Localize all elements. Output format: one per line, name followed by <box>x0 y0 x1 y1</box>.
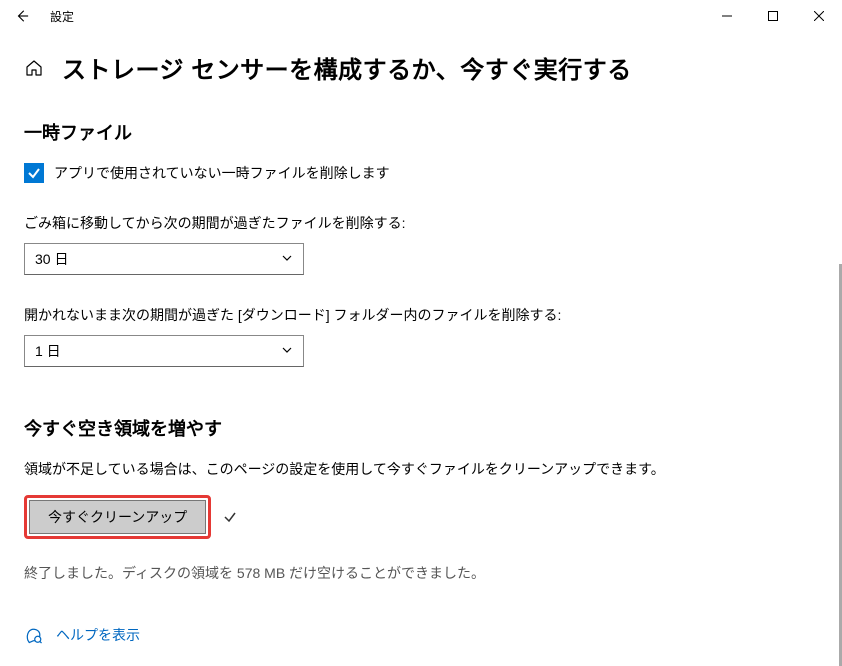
clean-now-button[interactable]: 今すぐクリーンアップ <box>29 500 206 534</box>
downloads-label: 開かれないまま次の期間が過ぎた [ダウンロード] フォルダー内のファイルを削除す… <box>24 305 818 325</box>
check-icon <box>27 166 41 180</box>
maximize-button[interactable] <box>750 0 796 32</box>
delete-temp-files-checkbox[interactable] <box>24 163 44 183</box>
back-button[interactable] <box>0 0 44 32</box>
home-icon <box>25 59 43 77</box>
help-row: ヘルプを表示 <box>24 625 818 645</box>
minimize-button[interactable] <box>704 0 750 32</box>
page-header: ストレージ センサーを構成するか、今すぐ実行する <box>24 50 818 85</box>
close-icon <box>814 11 824 21</box>
downloads-dropdown[interactable]: 1 日 <box>24 335 304 367</box>
close-button[interactable] <box>796 0 842 32</box>
help-icon <box>24 626 42 644</box>
minimize-icon <box>722 11 732 21</box>
clean-now-highlight: 今すぐクリーンアップ <box>24 495 211 539</box>
recycle-bin-dropdown[interactable]: 30 日 <box>24 243 304 275</box>
delete-temp-files-label: アプリで使用されていない一時ファイルを削除します <box>54 163 390 183</box>
recycle-bin-label: ごみ箱に移動してから次の期間が過ぎたファイルを削除する: <box>24 213 818 233</box>
free-space-heading: 今すぐ空き領域を増やす <box>24 415 818 441</box>
delete-temp-files-checkbox-row: アプリで使用されていない一時ファイルを削除します <box>24 163 818 183</box>
free-space-description: 領域が不足している場合は、このページの設定を使用して今すぐファイルをクリーンアッ… <box>24 459 818 479</box>
help-link[interactable]: ヘルプを表示 <box>56 625 140 645</box>
clean-complete-check <box>223 510 237 524</box>
maximize-icon <box>768 11 778 21</box>
app-title: 設定 <box>50 8 74 25</box>
title-bar: 設定 <box>0 0 842 32</box>
clean-now-row: 今すぐクリーンアップ <box>24 495 818 539</box>
clean-result-text: 終了しました。ディスクの領域を 578 MB だけ空けることができました。 <box>24 563 818 583</box>
chevron-down-icon <box>281 343 293 359</box>
window-controls <box>704 0 842 32</box>
temp-files-heading: 一時ファイル <box>24 119 818 145</box>
downloads-value: 1 日 <box>35 341 61 361</box>
scrollbar-track[interactable] <box>838 32 842 666</box>
check-icon <box>223 510 237 524</box>
recycle-bin-value: 30 日 <box>35 249 68 269</box>
page-title: ストレージ センサーを構成するか、今すぐ実行する <box>62 50 632 85</box>
content-area: ストレージ センサーを構成するか、今すぐ実行する 一時ファイル アプリで使用され… <box>0 32 842 645</box>
chevron-down-icon <box>281 251 293 267</box>
arrow-left-icon <box>15 9 29 23</box>
home-button[interactable] <box>24 58 44 78</box>
